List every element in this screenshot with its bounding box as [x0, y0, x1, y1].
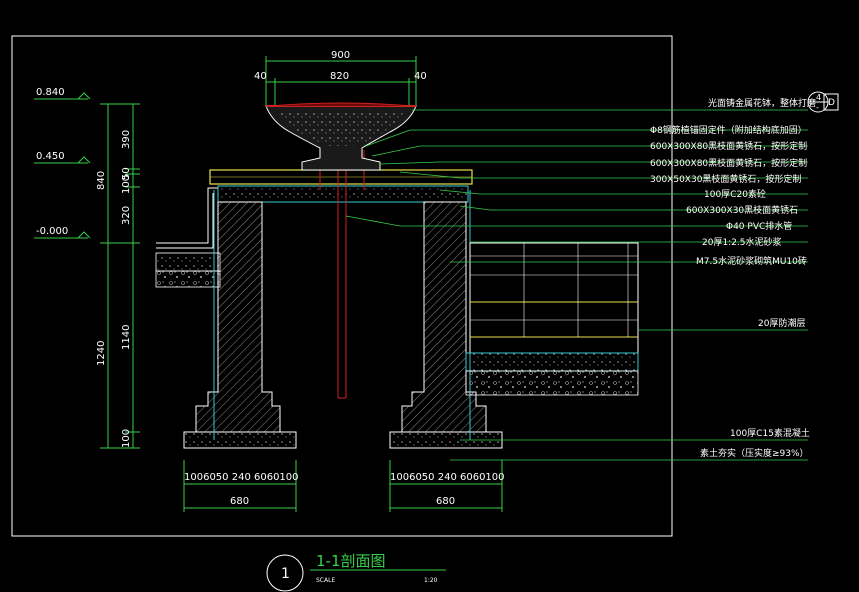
note-stone-3: 300X50X30黑枝面黄锈石，按形定制	[650, 173, 801, 185]
left-pier	[183, 201, 297, 449]
dim-inner: 820	[330, 71, 349, 82]
detail-ref-side: D	[828, 98, 835, 108]
dim-390: 390	[121, 130, 132, 149]
left-dimensions	[100, 103, 140, 449]
dim-840: 840	[96, 171, 107, 190]
dim-right-offset: 40	[414, 71, 427, 82]
elevation-label-mid: 0.450	[36, 151, 65, 162]
cap-slab	[209, 169, 473, 203]
pool-wall	[465, 242, 639, 396]
detail-ref-top: 4	[816, 93, 821, 102]
note-stone-1: 600X300X80黑枝面黄锈石，按形定制	[650, 140, 807, 152]
dim-1240: 1240	[96, 341, 107, 366]
note-dampproof: 20厚防潮层	[758, 317, 805, 329]
note-stone-4: 600X300X30黑枝面黄锈石	[686, 204, 798, 216]
note-brick: M7.5水泥砂浆砌筑MU10砖	[696, 255, 807, 267]
section-drawing: 900 40 820 40 0.840 0.450 -0.000 390 50 …	[11, 35, 839, 592]
title-number: 1	[281, 566, 290, 582]
detail-ref-bottom: -	[816, 103, 819, 112]
scale-label: SCALE	[316, 577, 335, 584]
note-pvc: Φ40 PVC排水管	[726, 220, 792, 232]
dim-1140: 1140	[121, 325, 132, 350]
left-step	[155, 187, 221, 288]
note-concrete-c15: 100厚C15素混凝土	[730, 427, 810, 439]
flower-bowl	[265, 102, 417, 171]
note-anchor: Φ8钢筋植锚固定件（附加结构底加固）	[650, 124, 807, 136]
dim-bottom-right-total: 680	[436, 496, 455, 507]
note-stone-2: 600X300X80黑枝面黄锈石，按形定制	[650, 157, 807, 169]
note-mortar: 20厚1:2.5水泥砂浆	[702, 236, 782, 248]
dim-bottom-left-total: 680	[230, 496, 249, 507]
note-concrete-c20: 100厚C20素砼	[704, 188, 766, 200]
dim-overall: 900	[331, 50, 350, 61]
elevation-label-top: 0.840	[36, 87, 65, 98]
elevation-label-zero: -0.000	[36, 226, 68, 237]
dim-left-offset: 40	[254, 71, 267, 82]
dim-bottom-right-row: 1006050 240 6060100	[390, 472, 505, 483]
dim-320: 320	[121, 206, 132, 225]
note-soil: 素土夯实（压实度≥93%）	[700, 447, 809, 459]
title-text: 1-1剖面图	[316, 552, 386, 570]
scale-value: 1:20	[424, 577, 438, 584]
elevation-markers	[34, 92, 91, 239]
dim-bottom-left-row: 1006050 240 6060100	[184, 472, 299, 483]
dim-100: 100	[121, 175, 132, 194]
right-pier	[389, 201, 503, 449]
dim-bottom-100: 100	[121, 429, 132, 448]
note-bowl: 光面铸金属花钵，整体打磨	[708, 97, 816, 109]
